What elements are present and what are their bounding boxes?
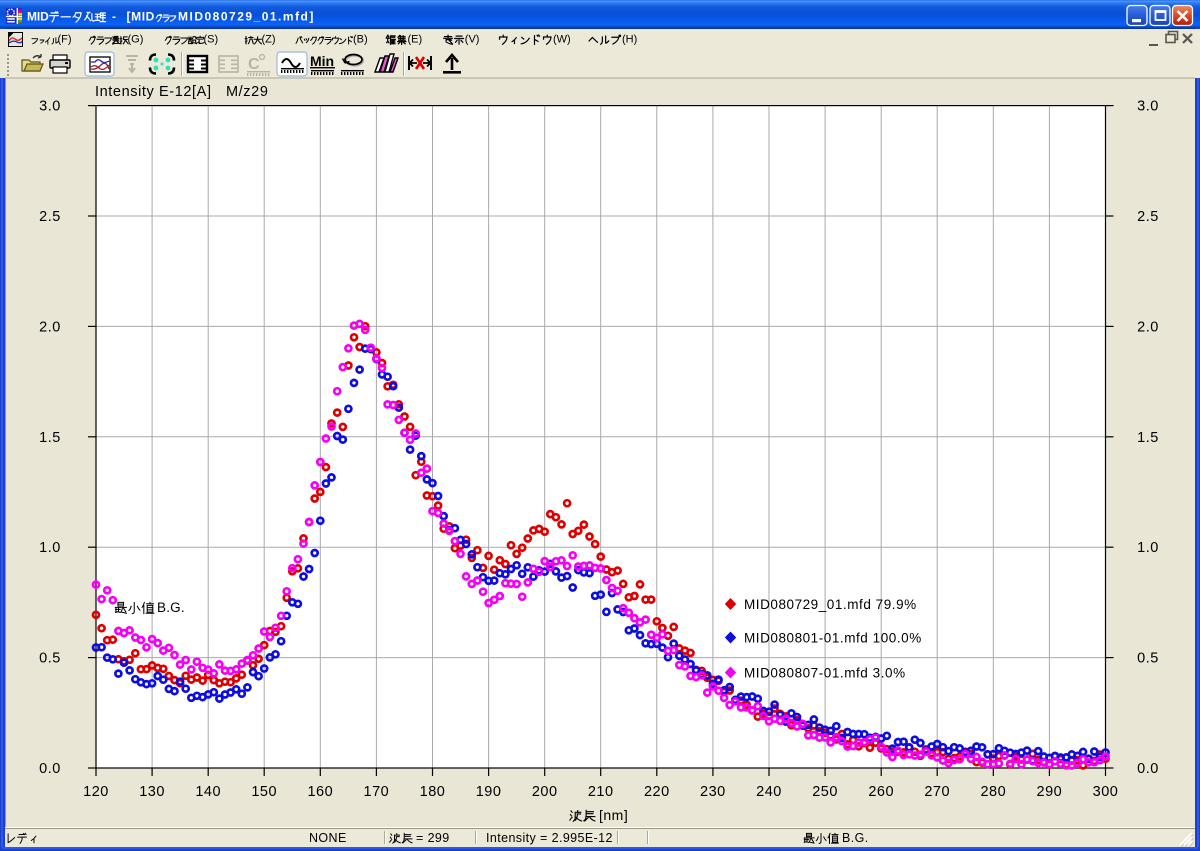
svg-text:260: 260 — [868, 784, 894, 800]
svg-text:[MID: [MID — [127, 10, 155, 24]
svg-text:150: 150 — [251, 784, 277, 800]
svg-text:230: 230 — [700, 784, 726, 800]
svg-text:170: 170 — [364, 784, 390, 800]
svg-text:1.5: 1.5 — [1137, 430, 1159, 446]
svg-text:= 299: = 299 — [416, 831, 450, 845]
svg-text:0.5: 0.5 — [39, 651, 61, 667]
svg-text:210: 210 — [588, 784, 614, 800]
svg-text:Min: Min — [310, 53, 334, 69]
svg-text:2.5: 2.5 — [1137, 209, 1159, 225]
svg-text:2.0: 2.0 — [39, 319, 61, 335]
svg-text:Intensity E-12[A]: Intensity E-12[A] — [95, 84, 212, 100]
svg-text:C: C — [248, 56, 260, 73]
svg-text:160: 160 — [307, 784, 333, 800]
svg-text:0.5: 0.5 — [1137, 651, 1159, 667]
svg-text:2.5: 2.5 — [39, 209, 61, 225]
svg-text:(E): (E) — [408, 34, 423, 46]
svg-text:240: 240 — [756, 784, 782, 800]
svg-text:1.0: 1.0 — [39, 540, 61, 556]
svg-text:200: 200 — [532, 784, 558, 800]
svg-text:140: 140 — [195, 784, 221, 800]
svg-text:(W): (W) — [553, 34, 571, 46]
svg-text:(H): (H) — [622, 34, 637, 46]
svg-text:180: 180 — [420, 784, 446, 800]
svg-text:3.0: 3.0 — [1137, 99, 1159, 115]
svg-text:0.0: 0.0 — [39, 761, 61, 777]
svg-text:B.G.: B.G. — [157, 600, 185, 615]
svg-text:0.0: 0.0 — [1137, 761, 1159, 777]
svg-text:190: 190 — [476, 784, 502, 800]
svg-text:-: - — [112, 10, 116, 24]
svg-text:(F): (F) — [58, 34, 72, 46]
svg-text:(Z): (Z) — [262, 34, 276, 46]
svg-text:(V): (V) — [465, 34, 480, 46]
svg-text:280: 280 — [980, 784, 1006, 800]
svg-text:250: 250 — [812, 784, 838, 800]
svg-text:3.0: 3.0 — [39, 99, 61, 115]
svg-text:1.0: 1.0 — [1137, 540, 1159, 556]
svg-text:220: 220 — [644, 784, 670, 800]
svg-text:M/z29: M/z29 — [226, 84, 269, 100]
svg-text:300: 300 — [1093, 784, 1119, 800]
svg-text:(G): (G) — [128, 34, 144, 46]
svg-text:(B): (B) — [353, 34, 368, 46]
svg-text:MID080729_01.mfd 79.9%: MID080729_01.mfd 79.9% — [744, 597, 917, 612]
svg-text:[nm]: [nm] — [599, 807, 628, 823]
svg-text:270: 270 — [924, 784, 950, 800]
svg-text:130: 130 — [139, 784, 165, 800]
svg-text:MID080807-01.mfd 3.0%: MID080807-01.mfd 3.0% — [744, 666, 906, 681]
svg-text:MID: MID — [27, 10, 49, 24]
svg-text:(S): (S) — [204, 34, 219, 46]
svg-text:120: 120 — [83, 784, 109, 800]
svg-text:2.0: 2.0 — [1137, 319, 1159, 335]
svg-text:NONE: NONE — [309, 831, 347, 845]
svg-text:290: 290 — [1037, 784, 1063, 800]
svg-text:MID080729_01.mfd]: MID080729_01.mfd] — [178, 10, 315, 24]
svg-text:MID080801-01.mfd 100.0%: MID080801-01.mfd 100.0% — [744, 631, 922, 646]
svg-text:B.G.: B.G. — [842, 831, 869, 845]
svg-text:1.5: 1.5 — [39, 430, 61, 446]
svg-text:Intensity = 2.995E-12: Intensity = 2.995E-12 — [486, 831, 613, 845]
